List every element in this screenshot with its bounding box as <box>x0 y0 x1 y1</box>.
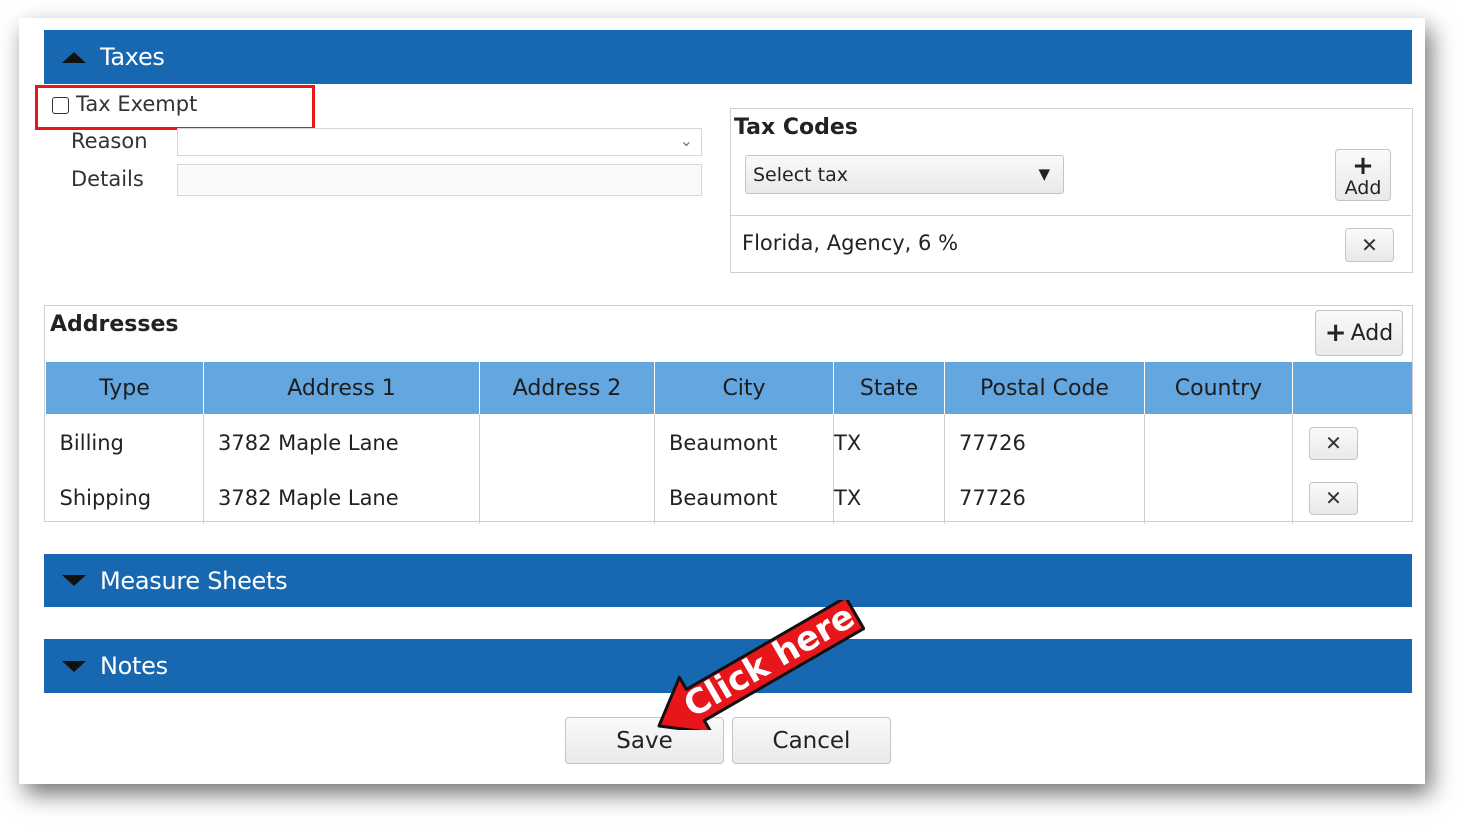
expand-down-icon <box>62 660 86 672</box>
cell-type: Billing <box>59 431 124 455</box>
callout-text: Click here <box>677 600 862 726</box>
cell-type: Shipping <box>59 486 152 510</box>
cell-address1: 3782 Maple Lane <box>203 472 480 524</box>
cell-country <box>1144 472 1293 524</box>
close-icon: ✕ <box>1361 233 1378 257</box>
cell-address2 <box>479 472 655 524</box>
table-header-row: Type Address 1 Address 2 City State Post… <box>45 362 1412 414</box>
cell-country <box>1144 414 1293 472</box>
table-row[interactable]: Billing 3782 Maple Lane Beaumont TX 7772… <box>46 414 1412 472</box>
reason-select[interactable]: ⌄ <box>177 128 702 156</box>
cell-postal: 77726 <box>944 414 1145 472</box>
measure-sheets-title: Measure Sheets <box>100 566 288 595</box>
close-icon: ✕ <box>1325 431 1342 455</box>
cell-actions: ✕ <box>1292 472 1412 524</box>
column-header[interactable]: Postal Code <box>944 362 1145 414</box>
column-header[interactable]: Type <box>45 362 204 414</box>
remove-tax-button[interactable]: ✕ <box>1345 228 1394 262</box>
tax-select[interactable]: Select tax ▼ <box>745 155 1064 194</box>
addresses-title: Addresses <box>50 312 179 337</box>
column-header[interactable]: Address 2 <box>479 362 655 414</box>
cell-city: Beaumont <box>654 414 834 472</box>
click-here-callout: Click here <box>657 600 865 730</box>
cell-city: Beaumont <box>654 472 834 524</box>
add-address-label: Add <box>1350 320 1394 346</box>
add-tax-button[interactable]: + Add <box>1335 149 1391 201</box>
divider <box>731 215 1411 216</box>
save-label: Save <box>616 727 673 754</box>
tax-select-value: Select tax <box>753 163 848 186</box>
column-header <box>1292 362 1412 414</box>
cell-address1: 3782 Maple Lane <box>203 414 480 472</box>
close-icon: ✕ <box>1325 486 1342 510</box>
tax-exempt-label: Tax Exempt <box>76 92 198 116</box>
column-header[interactable]: Country <box>1144 362 1293 414</box>
tax-codes-title: Tax Codes <box>734 115 858 140</box>
tax-code-item: Florida, Agency, 6 % <box>742 231 959 255</box>
add-address-button[interactable]: + Add <box>1315 310 1403 356</box>
cell-state: TX <box>833 472 945 524</box>
taxes-section-header[interactable]: Taxes <box>44 30 1412 84</box>
plus-icon: + <box>1324 318 1347 348</box>
notes-title: Notes <box>100 652 168 680</box>
cell-actions: ✕ <box>1292 414 1412 472</box>
details-label: Details <box>71 167 144 191</box>
dropdown-triangle-icon: ▼ <box>1038 165 1050 183</box>
cell-address2 <box>479 414 655 472</box>
expand-down-icon <box>62 575 86 586</box>
add-tax-label: Add <box>1344 176 1382 199</box>
collapse-up-icon <box>62 51 86 63</box>
cell-state: TX <box>833 414 945 472</box>
column-header[interactable]: Address 1 <box>203 362 480 414</box>
details-field[interactable] <box>177 164 702 196</box>
table-row[interactable]: Shipping 3782 Maple Lane Beaumont TX 777… <box>46 472 1412 524</box>
tax-exempt-checkbox[interactable] <box>52 97 69 114</box>
column-header[interactable]: City <box>654 362 834 414</box>
cancel-label: Cancel <box>772 727 851 754</box>
plus-icon: + <box>1352 150 1374 181</box>
addresses-table: Type Address 1 Address 2 City State Post… <box>45 362 1412 524</box>
taxes-title: Taxes <box>100 43 165 71</box>
cell-postal: 77726 <box>944 472 1145 524</box>
remove-address-button[interactable]: ✕ <box>1309 481 1358 515</box>
reason-label: Reason <box>71 129 148 153</box>
column-header[interactable]: State <box>833 362 945 414</box>
chevron-down-icon: ⌄ <box>679 131 693 150</box>
remove-address-button[interactable]: ✕ <box>1309 426 1358 460</box>
